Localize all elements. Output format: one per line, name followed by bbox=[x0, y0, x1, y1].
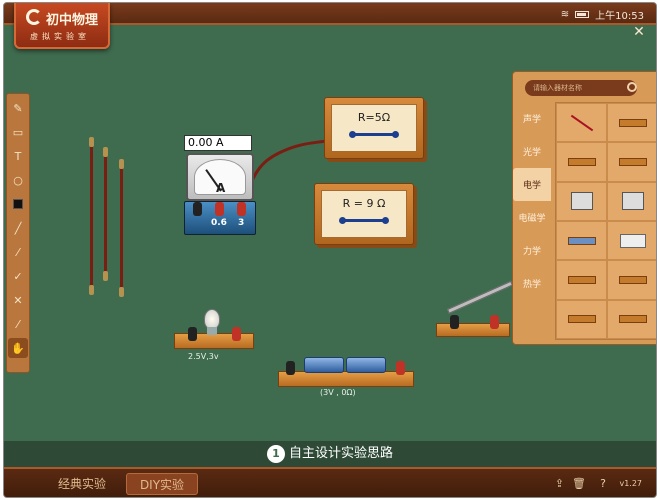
category-thermal[interactable]: 热学 bbox=[513, 267, 551, 300]
highlighter-icon[interactable]: ✓ bbox=[8, 266, 28, 286]
switch-arm[interactable] bbox=[446, 280, 513, 314]
brush-icon[interactable]: ⁄ bbox=[8, 314, 28, 334]
share-icon[interactable]: ⇪ bbox=[555, 477, 564, 490]
equipment-ammeter[interactable] bbox=[556, 181, 607, 221]
terminal-3[interactable] bbox=[237, 202, 246, 216]
tab-classic-experiments[interactable]: 经典实验 bbox=[44, 473, 120, 495]
terminal-0-6[interactable] bbox=[215, 202, 224, 216]
resistor-label: R = 9 Ω bbox=[342, 197, 386, 210]
category-optics[interactable]: 光学 bbox=[513, 135, 551, 168]
equipment-item[interactable] bbox=[556, 299, 607, 339]
equipment-search-input[interactable]: 请输入器材名称 bbox=[525, 80, 637, 96]
terminal-negative[interactable] bbox=[193, 202, 202, 216]
equipment-battery[interactable] bbox=[556, 220, 607, 261]
bulb-icon bbox=[204, 309, 220, 329]
category-electromagnetism[interactable]: 电磁学 bbox=[513, 201, 551, 234]
category-acoustics[interactable]: 声学 bbox=[513, 102, 551, 135]
ammeter[interactable]: A 0.6 3 bbox=[184, 153, 256, 235]
resistor-symbol bbox=[339, 217, 389, 224]
battery-label: (3V , 0Ω) bbox=[320, 388, 356, 397]
battery-cell bbox=[346, 357, 386, 373]
search-icon[interactable] bbox=[627, 82, 637, 92]
category-list: 声学 光学 电学 电磁学 力学 热学 bbox=[513, 102, 551, 300]
ammeter-readout: 0.00 A bbox=[184, 135, 252, 151]
battery-terminal[interactable] bbox=[396, 361, 405, 375]
circle-icon[interactable]: ○ bbox=[8, 170, 28, 190]
hand-icon[interactable]: ✋ bbox=[8, 338, 28, 358]
equipment-resistor-box[interactable] bbox=[607, 103, 656, 143]
switch-terminal[interactable] bbox=[490, 315, 499, 329]
resistor-label: R=5Ω bbox=[357, 111, 391, 124]
app-window: ≋ 上午10:53 初中物理 虚拟实验室 ✕ ✎ ▭ T ○ ╱ ⁄ ✓ ✕ ⁄… bbox=[3, 2, 657, 498]
resistor-symbol bbox=[349, 131, 399, 138]
equipment-item[interactable] bbox=[607, 299, 656, 339]
terminal-label-0-6: 0.6 bbox=[211, 218, 227, 228]
category-mechanics[interactable]: 力学 bbox=[513, 234, 551, 267]
hint-text: 自主设计实验思路 bbox=[288, 446, 393, 461]
tool-bar: ✎ ▭ T ○ ╱ ⁄ ✓ ✕ ⁄ ✋ bbox=[6, 93, 30, 373]
tab-diy-experiments[interactable]: DIY实验 bbox=[126, 473, 198, 495]
color-swatch-icon[interactable] bbox=[8, 194, 28, 214]
status-bar: ≋ 上午10:53 bbox=[561, 7, 644, 22]
wifi-icon: ≋ bbox=[560, 9, 570, 20]
equipment-grid bbox=[555, 102, 656, 340]
app-logo: 初中物理 虚拟实验室 bbox=[14, 3, 110, 49]
lamp-terminal[interactable] bbox=[232, 327, 241, 341]
switch-terminal[interactable] bbox=[450, 315, 459, 329]
equipment-wire[interactable] bbox=[556, 103, 607, 143]
lamp-terminal[interactable] bbox=[188, 327, 197, 341]
wire[interactable] bbox=[89, 137, 94, 295]
equipment-voltmeter[interactable] bbox=[607, 181, 656, 221]
hint-step-number: 1 bbox=[266, 445, 285, 463]
resistor-box-2[interactable]: R = 9 Ω bbox=[314, 183, 414, 245]
app-title: 初中物理 bbox=[46, 13, 99, 28]
equipment-rheostat[interactable] bbox=[556, 260, 607, 300]
knife-switch[interactable] bbox=[436, 280, 513, 345]
app-subtitle: 虚拟实验室 bbox=[30, 32, 90, 41]
text-icon[interactable]: T bbox=[8, 146, 28, 166]
pencil-icon[interactable]: ✎ bbox=[8, 98, 28, 118]
line-icon[interactable]: ╱ bbox=[8, 218, 28, 238]
version-label: v1.27 bbox=[619, 479, 642, 488]
equipment-lamp-2[interactable] bbox=[607, 260, 656, 300]
battery-cell bbox=[304, 357, 344, 373]
equipment-power-supply[interactable] bbox=[607, 220, 656, 261]
terminal-label-3: 3 bbox=[238, 218, 245, 228]
bottom-bar: 经典实验 DIY实验 ⇪ 🗑 ? v1.27 bbox=[4, 467, 656, 497]
equipment-panel: 请输入器材名称 声学 光学 电学 电磁学 力学 热学 bbox=[512, 71, 656, 345]
battery-icon bbox=[575, 11, 590, 18]
wire[interactable] bbox=[103, 147, 108, 281]
ammeter-symbol: A bbox=[216, 181, 226, 195]
eyedropper-icon[interactable]: ⁄ bbox=[8, 242, 28, 262]
lamp-label: 2.5Ⅴ,3v bbox=[188, 352, 219, 361]
ammeter-base: 0.6 3 bbox=[184, 201, 256, 235]
trash-icon[interactable]: 🗑 bbox=[572, 477, 586, 490]
battery-terminal[interactable] bbox=[286, 361, 295, 375]
battery-holder[interactable] bbox=[278, 355, 414, 387]
resistor-box-1[interactable]: R=5Ω bbox=[324, 97, 424, 159]
rectangle-icon[interactable]: ▭ bbox=[8, 122, 28, 142]
logo-icon bbox=[26, 9, 42, 25]
category-electricity[interactable]: 电学 bbox=[513, 168, 551, 201]
lamp[interactable] bbox=[174, 309, 254, 353]
wire[interactable] bbox=[119, 159, 124, 297]
ammeter-face: A bbox=[186, 153, 254, 201]
close-icon[interactable]: ✕ bbox=[632, 25, 646, 39]
equipment-lamp[interactable] bbox=[607, 142, 656, 182]
equipment-switch[interactable] bbox=[556, 142, 607, 182]
help-icon[interactable]: ? bbox=[600, 477, 606, 490]
clock: 上午10:53 bbox=[595, 11, 644, 22]
delete-icon[interactable]: ✕ bbox=[8, 290, 28, 310]
hint-bar: 1 自主设计实验思路 bbox=[4, 441, 656, 467]
